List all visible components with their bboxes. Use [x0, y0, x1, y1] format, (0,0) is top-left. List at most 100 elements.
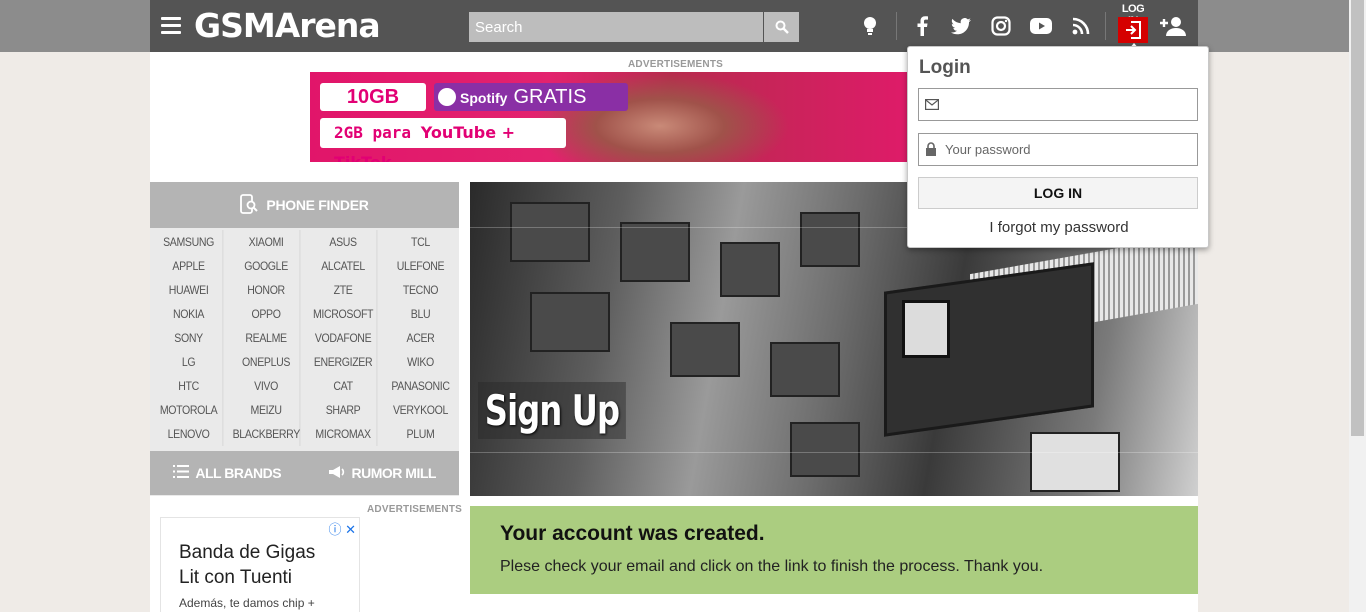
- add-user-icon[interactable]: [1159, 14, 1187, 38]
- header-divider: [1105, 12, 1106, 40]
- brand-link[interactable]: SHARP: [310, 398, 378, 422]
- brand-list: SAMSUNG XIAOMI ASUS TCL APPLE GOOGLE ALCATEL UL…: [150, 228, 459, 446]
- ad-banner[interactable]: 10GB Spotify GRATIS 2GB para YouTube + Ti…: [310, 72, 910, 162]
- drawer-shape: [530, 292, 610, 352]
- brand-link[interactable]: LG: [155, 350, 224, 374]
- brand-link[interactable]: GOOGLE: [233, 254, 301, 278]
- phone-finder: PHONE FINDER SAMSUNG XIAOMI ASUS TCL APPLE GO…: [150, 182, 459, 496]
- login-submit-button[interactable]: LOG IN: [918, 177, 1198, 209]
- brand-link[interactable]: PLUM: [387, 422, 455, 446]
- brand-link[interactable]: VIVO: [233, 374, 301, 398]
- ads-label: ADVERTISEMENTS: [628, 59, 724, 70]
- drawer-shape: [1030, 432, 1120, 492]
- brand-link[interactable]: BLU: [387, 302, 455, 326]
- drawer-handle: [902, 300, 950, 358]
- site-logo[interactable]: GSMArena: [194, 5, 381, 47]
- scrollbar[interactable]: [1349, 0, 1366, 612]
- finder-footer: ALL BRANDS RUMOR MILL: [150, 451, 459, 495]
- twitter-icon[interactable]: [949, 14, 973, 38]
- login-button[interactable]: [1118, 17, 1148, 43]
- login-title: Login: [919, 57, 971, 78]
- rumor-mill-link[interactable]: RUMOR MILL: [305, 451, 460, 495]
- theme-bulb-icon[interactable]: [858, 14, 882, 38]
- drawer-shape: [510, 202, 590, 262]
- brand-link[interactable]: CAT: [310, 374, 378, 398]
- drawer-shape: [620, 222, 690, 282]
- brand-link[interactable]: BLACKBERRY: [233, 422, 301, 446]
- side-ad-title: Banda de Gigas Lit con Tuenti: [179, 542, 316, 588]
- brand-link[interactable]: ENERGIZER: [310, 350, 378, 374]
- search-icon: [775, 20, 789, 34]
- list-icon: [173, 465, 190, 481]
- password-input[interactable]: [945, 134, 1195, 165]
- hero-rule: [470, 452, 1198, 453]
- password-field[interactable]: [918, 133, 1198, 166]
- all-brands-label: ALL BRANDS: [195, 465, 282, 481]
- phone-finder-header[interactable]: PHONE FINDER: [150, 182, 459, 228]
- brand-link[interactable]: LENOVO: [155, 422, 224, 446]
- brand-link[interactable]: WIKO: [387, 350, 455, 374]
- spotify-icon: [438, 88, 456, 106]
- banner-apps-pill: 2GB para YouTube + TikTok: [320, 118, 566, 162]
- youtube-icon[interactable]: [1029, 14, 1053, 38]
- site-header: GSMArena LOG IN: [150, 0, 1198, 52]
- login-tab[interactable]: LOG IN: [1117, 0, 1149, 52]
- page-title: Sign Up: [478, 382, 626, 439]
- brand-link[interactable]: REALME: [233, 326, 301, 350]
- rss-icon[interactable]: [1069, 14, 1093, 38]
- drawer-shape: [790, 422, 860, 477]
- brand-link[interactable]: HUAWEI: [155, 278, 224, 302]
- gratis-label: GRATIS: [513, 86, 587, 108]
- search-button[interactable]: [764, 12, 799, 42]
- facebook-icon[interactable]: [910, 14, 934, 38]
- brand-link[interactable]: TCL: [387, 230, 455, 254]
- brand-link[interactable]: HONOR: [233, 278, 301, 302]
- brand-link[interactable]: VERYKOOL: [387, 398, 455, 422]
- brand-link[interactable]: HTC: [155, 374, 224, 398]
- brand-link[interactable]: VODAFONE: [310, 326, 378, 350]
- instagram-icon[interactable]: [989, 14, 1013, 38]
- success-text: Plese check your email and click on the …: [500, 558, 1044, 575]
- brand-link[interactable]: PANASONIC: [387, 374, 455, 398]
- search-box: [469, 12, 799, 42]
- brand-link[interactable]: NOKIA: [155, 302, 224, 326]
- brand-link[interactable]: SONY: [155, 326, 224, 350]
- brand-link[interactable]: APPLE: [155, 254, 224, 278]
- brand-link[interactable]: ACER: [387, 326, 455, 350]
- brand-link[interactable]: ALCATEL: [310, 254, 378, 278]
- login-popup: Login LOG IN I forgot my password: [907, 46, 1209, 248]
- brand-link[interactable]: MOTOROLA: [155, 398, 224, 422]
- rumor-mill-label: RUMOR MILL: [351, 465, 437, 481]
- mail-icon: [925, 97, 940, 115]
- brand-link[interactable]: MICROSOFT: [310, 302, 378, 326]
- all-brands-link[interactable]: ALL BRANDS: [150, 451, 305, 495]
- drawer-shape: [670, 322, 740, 377]
- brand-link[interactable]: XIAOMI: [233, 230, 301, 254]
- email-input[interactable]: [945, 89, 1195, 120]
- brand-link[interactable]: MEIZU: [233, 398, 301, 422]
- success-title: Your account was created.: [500, 522, 765, 545]
- side-ad[interactable]: ⓘ ✕ Banda de Gigas Lit con Tuenti Además…: [160, 517, 360, 612]
- brand-link[interactable]: ASUS: [310, 230, 378, 254]
- forgot-password-link[interactable]: I forgot my password: [908, 219, 1210, 236]
- brand-link[interactable]: ONEPLUS: [233, 350, 301, 374]
- success-message: Your account was created. Plese check yo…: [470, 506, 1198, 594]
- side-ad-subtitle: Además, te damos chip +: [179, 596, 315, 610]
- brand-link[interactable]: TECNO: [387, 278, 455, 302]
- brand-link[interactable]: OPPO: [233, 302, 301, 326]
- login-icon: [1126, 21, 1141, 39]
- ads-label-side: ADVERTISEMENTS: [367, 504, 463, 515]
- brand-link[interactable]: ZTE: [310, 278, 378, 302]
- menu-icon[interactable]: [161, 17, 181, 34]
- ad-close-icon[interactable]: ⓘ ✕: [328, 519, 356, 538]
- megaphone-icon: [328, 465, 346, 482]
- drawer-shape: [800, 212, 860, 267]
- email-field[interactable]: [918, 88, 1198, 121]
- brand-link[interactable]: SAMSUNG: [155, 230, 224, 254]
- banner-spotify-pill: Spotify GRATIS: [434, 83, 628, 111]
- phone-finder-title: PHONE FINDER: [266, 197, 369, 213]
- brand-link[interactable]: MICROMAX: [310, 422, 378, 446]
- scrollbar-thumb[interactable]: [1351, 0, 1364, 436]
- search-input[interactable]: [469, 12, 763, 42]
- brand-link[interactable]: ULEFONE: [387, 254, 455, 278]
